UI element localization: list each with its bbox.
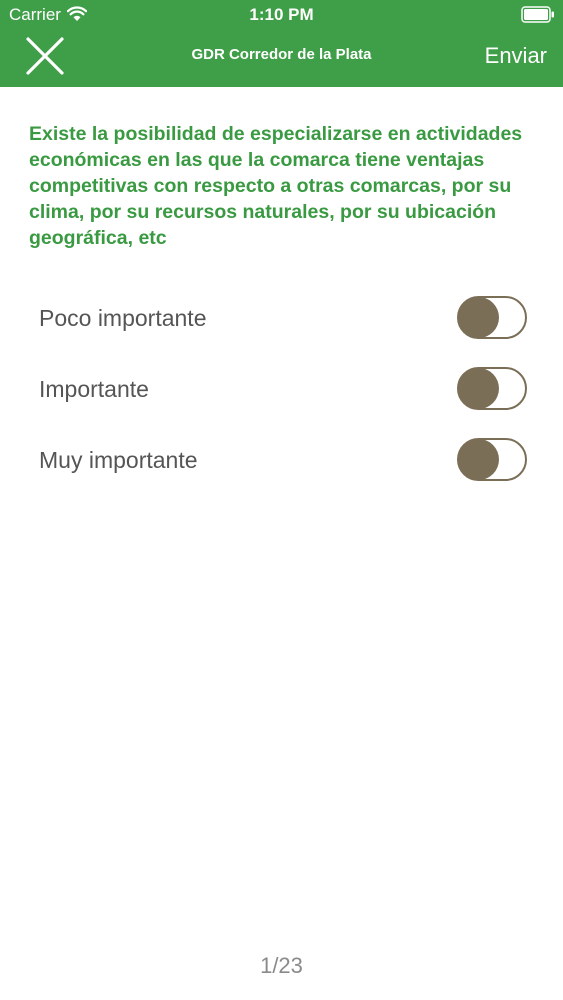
header: Carrier 1:10 PM GDR Corredor de la Plata — [0, 0, 563, 87]
nav-bar: GDR Corredor de la Plata Enviar — [0, 30, 563, 87]
status-bar: Carrier 1:10 PM — [0, 0, 563, 30]
option-row-importante: Importante — [0, 354, 563, 425]
page-indicator: 1/23 — [260, 953, 303, 978]
toggle-knob — [458, 439, 499, 480]
toggle-knob — [458, 297, 499, 338]
option-row-muy-importante: Muy importante — [0, 425, 563, 496]
send-button[interactable]: Enviar — [485, 43, 547, 69]
page-title: GDR Corredor de la Plata — [191, 46, 372, 63]
battery-icon — [521, 6, 554, 23]
toggle-switch[interactable] — [457, 367, 527, 410]
question-text: Existe la posibilidad de especializarse … — [29, 123, 523, 249]
survey-screen: Carrier 1:10 PM GDR Corredor de la Plata — [0, 0, 563, 1000]
status-time: 1:10 PM — [249, 5, 314, 24]
toggle-switch[interactable] — [457, 438, 527, 481]
toggle-knob — [458, 368, 499, 409]
option-label: Importante — [39, 376, 149, 402]
option-row-poco-importante: Poco importante — [0, 283, 563, 354]
answer-options: Poco importante Importante Muy important… — [0, 283, 563, 496]
option-label: Muy importante — [39, 447, 198, 473]
toggle-switch[interactable] — [457, 296, 527, 339]
option-label: Poco importante — [39, 305, 207, 331]
